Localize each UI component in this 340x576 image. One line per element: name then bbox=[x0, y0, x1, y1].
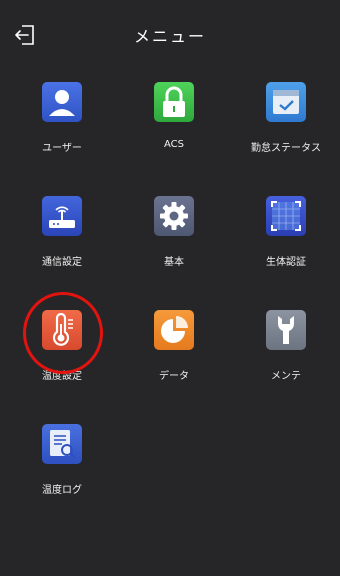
menu-item-label: 基本 bbox=[164, 257, 184, 268]
gear-icon bbox=[154, 196, 194, 236]
face-frame-icon bbox=[266, 196, 306, 236]
menu-item-temperature-log[interactable]: 温度ログ bbox=[6, 424, 118, 524]
menu-item-label: 生体認証 bbox=[266, 257, 306, 268]
menu-item-acs[interactable]: ACS bbox=[118, 82, 230, 182]
menu-grid: ユーザー ACS 勤怠ステータス 通信設定 基本 生体認証 温度設定 データ メ… bbox=[0, 0, 340, 576]
menu-item-maintenance[interactable]: メンテ bbox=[230, 310, 340, 410]
menu-item-biometrics[interactable]: 生体認証 bbox=[230, 196, 340, 296]
thermometer-icon bbox=[42, 310, 82, 350]
menu-item-user[interactable]: ユーザー bbox=[6, 82, 118, 182]
menu-item-label: データ bbox=[159, 371, 189, 382]
menu-item-label: メンテ bbox=[271, 371, 301, 382]
menu-item-label: ACS bbox=[164, 139, 184, 150]
menu-item-attendance-status[interactable]: 勤怠ステータス bbox=[230, 82, 340, 182]
menu-item-network-settings[interactable]: 通信設定 bbox=[6, 196, 118, 296]
menu-item-basic[interactable]: 基本 bbox=[118, 196, 230, 296]
menu-item-data[interactable]: データ bbox=[118, 310, 230, 410]
network-router-icon bbox=[42, 196, 82, 236]
pie-chart-icon bbox=[154, 310, 194, 350]
menu-item-label: 通信設定 bbox=[42, 257, 82, 268]
log-search-icon bbox=[42, 424, 82, 464]
lock-icon bbox=[154, 82, 194, 122]
menu-item-temperature-settings[interactable]: 温度設定 bbox=[6, 310, 118, 410]
menu-item-label: ユーザー bbox=[42, 143, 82, 154]
menu-item-label: 温度ログ bbox=[42, 485, 82, 496]
menu-item-label: 温度設定 bbox=[42, 371, 82, 382]
menu-item-label: 勤怠ステータス bbox=[251, 143, 321, 154]
wrench-icon bbox=[266, 310, 306, 350]
user-icon bbox=[42, 82, 82, 122]
attendance-check-icon bbox=[266, 82, 306, 122]
